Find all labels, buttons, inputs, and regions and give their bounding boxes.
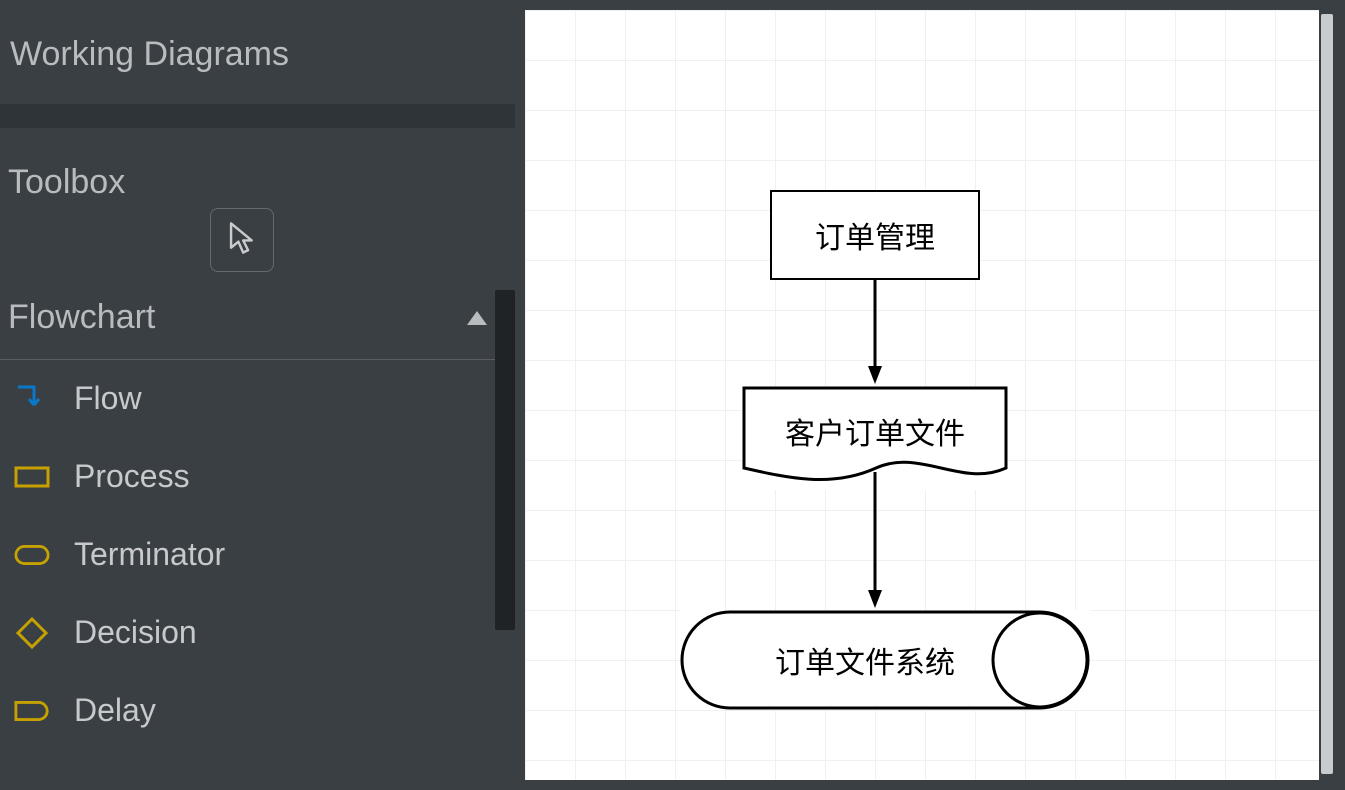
- working-diagrams-title: Working Diagrams: [0, 0, 515, 104]
- toolbox-item-process[interactable]: Process: [0, 438, 515, 516]
- toolbox-list: Flow Process Terminator: [0, 360, 515, 750]
- toolbox-item-delay[interactable]: Delay: [0, 672, 515, 750]
- collapse-up-icon: [467, 311, 487, 325]
- flow-arrow-icon: [14, 381, 50, 417]
- canvas-scrollbar[interactable]: [1321, 14, 1333, 774]
- toolbox-item-label: Process: [74, 458, 190, 495]
- diagram-node-label: 订单文件系统: [775, 638, 955, 682]
- toolbox-item-label: Delay: [74, 692, 156, 729]
- sidebar: Working Diagrams Toolbox Flowchart Flow: [0, 0, 515, 790]
- flowchart-section-header[interactable]: Flowchart: [0, 284, 515, 360]
- toolbox-item-label: Decision: [74, 614, 197, 651]
- toolbox-scrollbar[interactable]: [495, 290, 515, 630]
- delay-shape-icon: [14, 693, 50, 729]
- diagram-node-label: 订单管理: [815, 213, 935, 257]
- toolbox-item-label: Flow: [74, 380, 142, 417]
- toolbox-item-terminator[interactable]: Terminator: [0, 516, 515, 594]
- terminator-pill-icon: [14, 537, 50, 573]
- decision-diamond-icon: [14, 615, 50, 651]
- pointer-tool-button[interactable]: [210, 208, 274, 272]
- diagram-node-label: 客户订单文件: [785, 409, 965, 453]
- toolbox-item-flow[interactable]: Flow: [0, 360, 515, 438]
- sidebar-divider-band: [0, 104, 515, 128]
- diagram-connector[interactable]: [868, 472, 882, 612]
- diagram-node-document[interactable]: 客户订单文件: [742, 386, 1008, 490]
- flowchart-section-label: Flowchart: [8, 298, 155, 337]
- diagram-canvas[interactable]: 订单管理 客户订单文件 订单文件系统: [525, 10, 1335, 780]
- canvas-area: 订单管理 客户订单文件 订单文件系统: [515, 0, 1345, 790]
- cursor-icon: [227, 221, 257, 260]
- toolbox-title: Toolbox: [0, 128, 515, 202]
- diagram-node-process[interactable]: 订单管理: [770, 190, 980, 280]
- toolbox-item-label: Terminator: [74, 536, 225, 573]
- diagram-connector[interactable]: [868, 280, 882, 388]
- toolbox-buttons-row: [0, 202, 515, 284]
- toolbox-item-decision[interactable]: Decision: [0, 594, 515, 672]
- diagram-node-datastore[interactable]: 订单文件系统: [680, 610, 1090, 710]
- process-rect-icon: [14, 459, 50, 495]
